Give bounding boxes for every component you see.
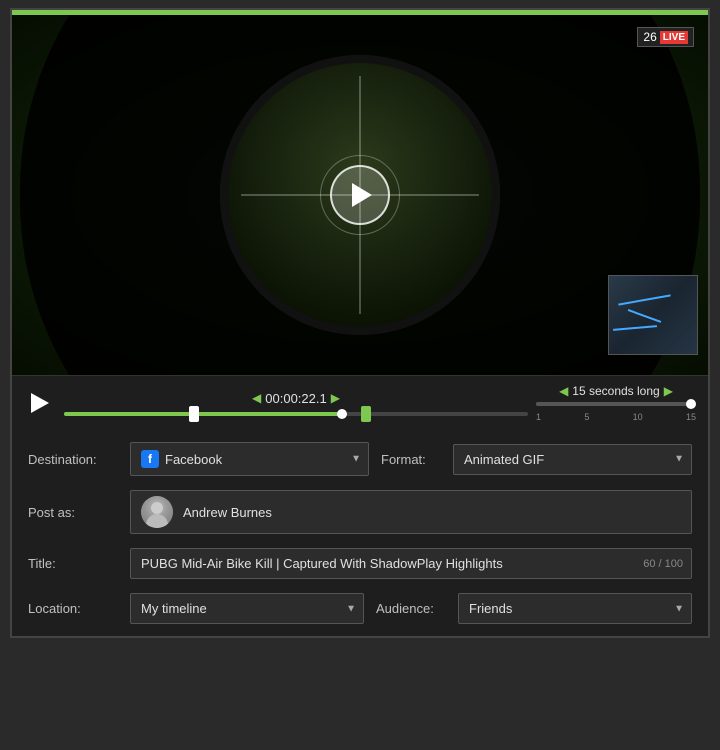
main-container: 26 LIVE ◀ 00:00:22.1 ▶ (10, 8, 710, 638)
kill-badge: 26 LIVE (637, 27, 694, 47)
destination-select-wrapper[interactable]: f Facebook ▼ (130, 442, 369, 476)
title-row: Title: 60 / 100 (28, 548, 692, 579)
location-label: Location: (28, 601, 118, 616)
timecode-right-arrow[interactable]: ▶ (331, 391, 340, 405)
duration-left-arrow[interactable]: ◀ (559, 384, 568, 398)
destination-value: Facebook (165, 452, 358, 467)
progress-fill (64, 412, 342, 416)
duration-section: ◀ 15 seconds long ▶ 1 5 10 15 (536, 384, 696, 422)
post-as-name: Andrew Burnes (183, 505, 272, 520)
avatar (141, 496, 173, 528)
video-play-button[interactable] (330, 165, 390, 225)
post-as-label: Post as: (28, 505, 118, 520)
controls-bar: ◀ 00:00:22.1 ▶ ◀ 15 seconds long ▶ (12, 375, 708, 430)
post-as-row: Post as: Andrew Burnes (28, 490, 692, 534)
timecode-left-arrow[interactable]: ◀ (252, 391, 261, 405)
avatar-image (141, 496, 173, 528)
duration-thumb[interactable] (686, 399, 696, 409)
tick-15: 15 (686, 412, 696, 422)
format-label: Format: (381, 452, 441, 467)
live-badge: LIVE (660, 31, 688, 44)
minimap-line-3 (613, 325, 657, 331)
minimap-inner (609, 276, 697, 354)
location-select-wrapper[interactable]: My timeline ▼ (130, 593, 364, 624)
trim-marker-left[interactable] (189, 406, 199, 422)
timecode-display: 00:00:22.1 (265, 391, 326, 406)
video-player[interactable]: 26 LIVE (12, 15, 708, 375)
tick-1: 1 (536, 412, 541, 422)
post-as-section: Andrew Burnes (130, 490, 692, 534)
minimap-line-2 (627, 309, 661, 323)
duration-track[interactable] (536, 402, 696, 406)
audience-value: Friends (469, 601, 681, 616)
minimap (608, 275, 698, 355)
minimap-line-1 (618, 295, 670, 306)
duration-top: ◀ 15 seconds long ▶ (536, 384, 696, 398)
audience-select-wrapper[interactable]: Friends ▼ (458, 593, 692, 624)
trim-marker-right[interactable] (361, 406, 371, 422)
duration-right-arrow[interactable]: ▶ (664, 384, 673, 398)
title-input-wrapper[interactable]: 60 / 100 (130, 548, 692, 579)
form-section: Destination: f Facebook ▼ Format: Animat… (12, 430, 708, 636)
tick-5: 5 (584, 412, 589, 422)
badge-number: 26 (643, 30, 656, 44)
timeline-top: ◀ 00:00:22.1 ▶ (64, 391, 528, 406)
format-value: Animated GIF (464, 452, 681, 467)
audience-label: Audience: (376, 601, 446, 616)
tick-10: 10 (633, 412, 643, 422)
duration-label: 15 seconds long (572, 384, 659, 398)
destination-label: Destination: (28, 452, 118, 467)
location-value: My timeline (141, 601, 353, 616)
title-label: Title: (28, 556, 118, 571)
play-pause-button[interactable] (24, 387, 56, 419)
progress-track[interactable] (64, 412, 528, 416)
title-input[interactable] (131, 549, 691, 578)
title-char-count: 60 / 100 (643, 558, 683, 570)
play-icon (31, 393, 49, 413)
duration-fill (536, 402, 696, 406)
facebook-icon: f (141, 450, 159, 468)
duration-ticks: 1 5 10 15 (536, 412, 696, 422)
progress-thumb[interactable] (337, 409, 347, 419)
timeline-section: ◀ 00:00:22.1 ▶ (64, 391, 528, 416)
destination-format-row: Destination: f Facebook ▼ Format: Animat… (28, 442, 692, 476)
play-icon (352, 183, 372, 207)
location-audience-row: Location: My timeline ▼ Audience: Friend… (28, 593, 692, 624)
format-select-wrapper[interactable]: Animated GIF ▼ (453, 444, 692, 475)
